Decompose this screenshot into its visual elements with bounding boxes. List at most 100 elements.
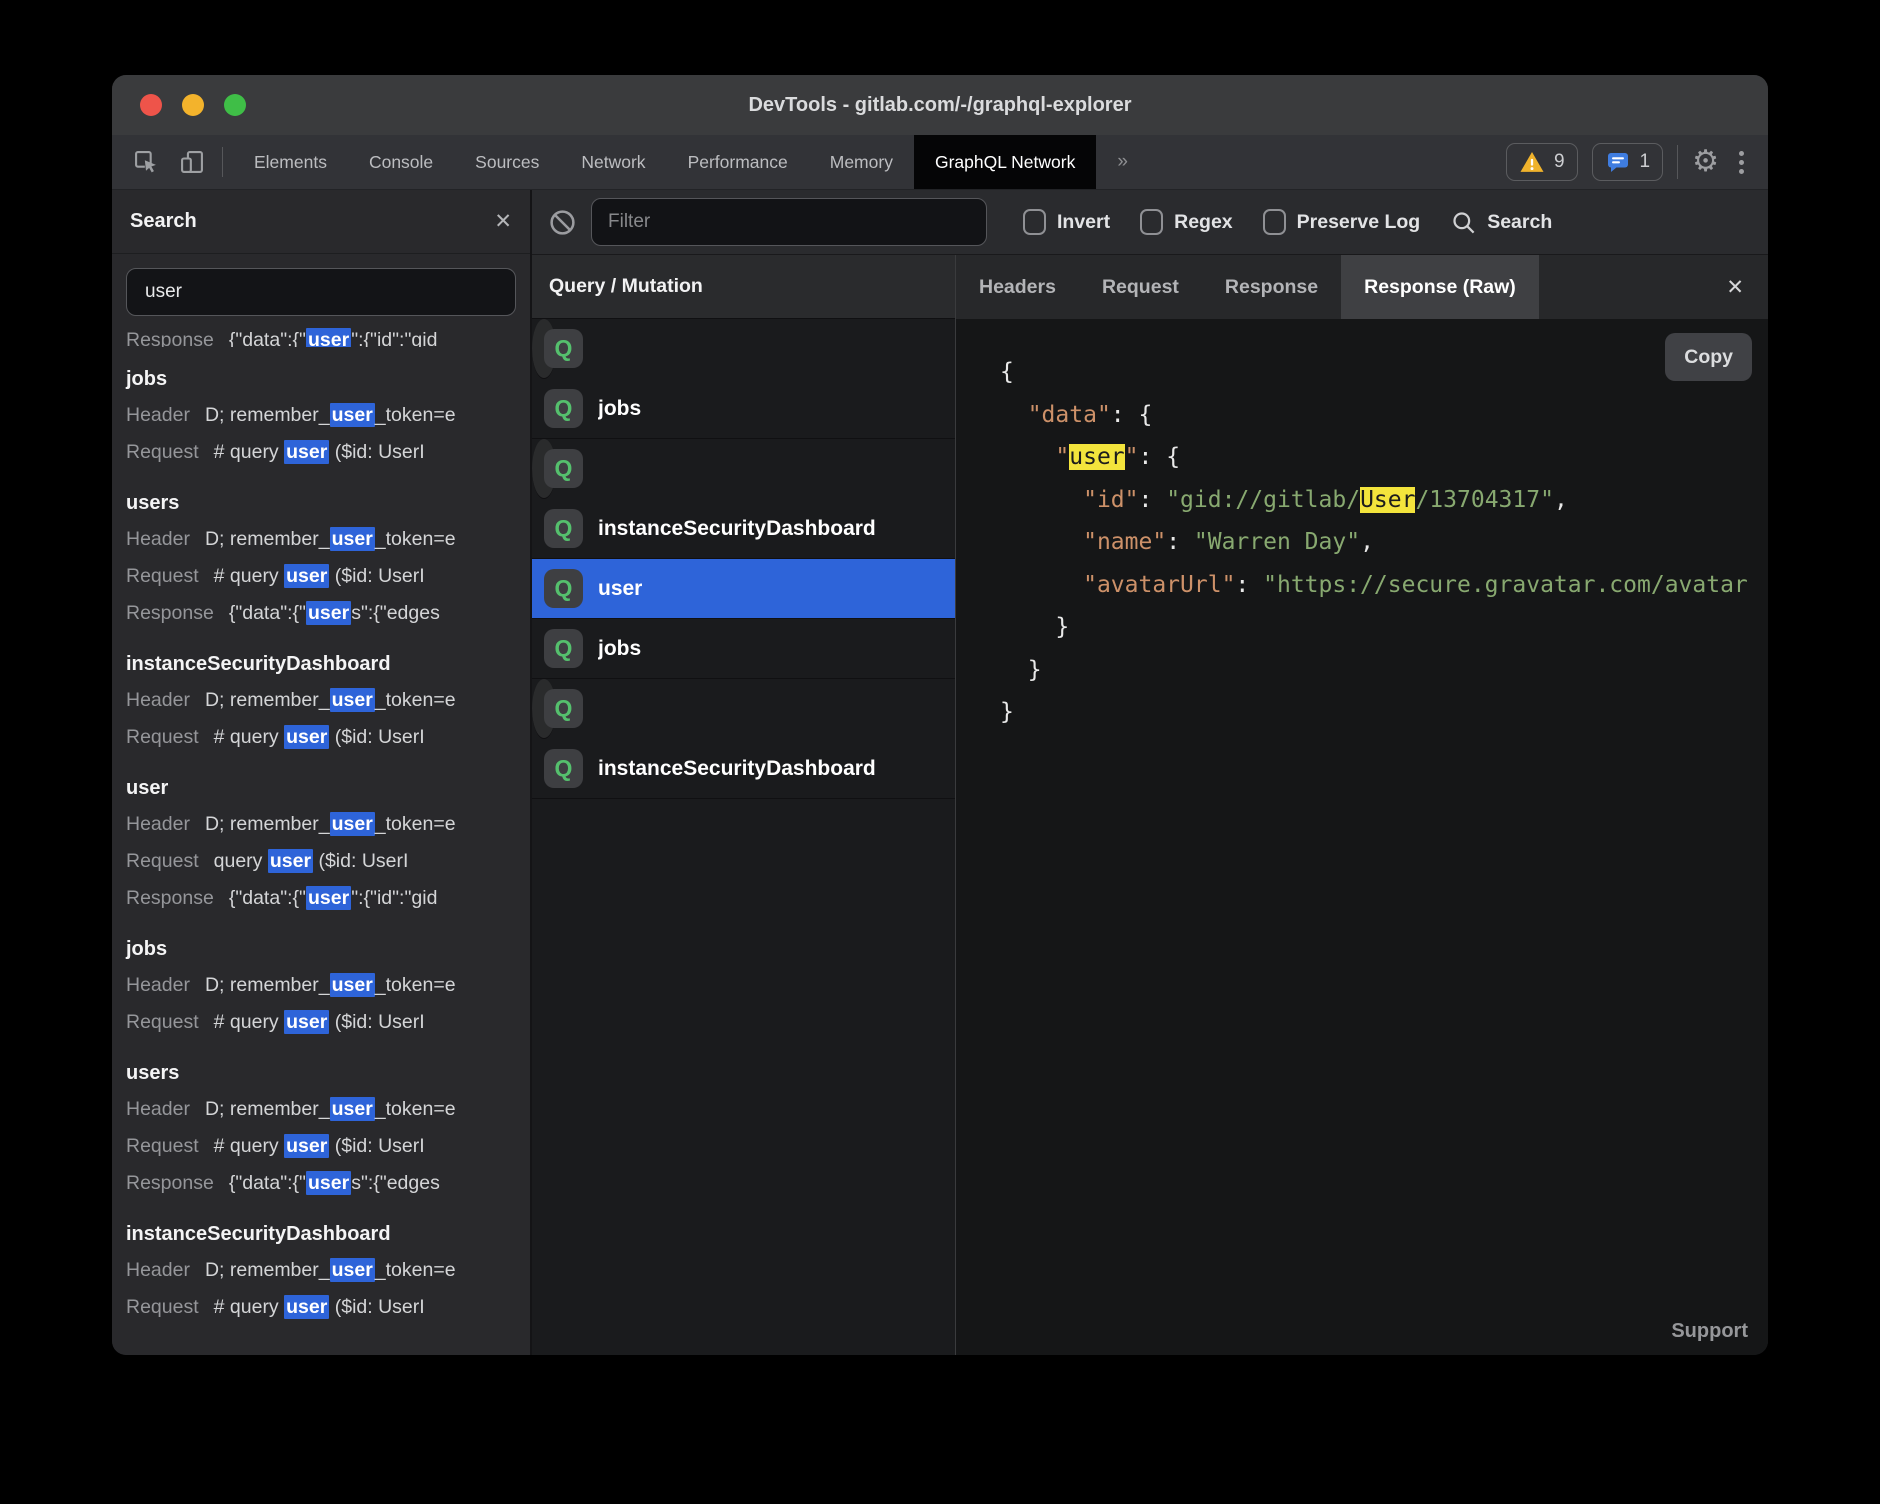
- search-result-entry[interactable]: Requestquery user ($id: UserI: [126, 843, 530, 880]
- json-line: "user": {: [1000, 436, 1768, 479]
- search-result-text: D; remember_user_token=e: [205, 974, 456, 997]
- device-toolbar-icon[interactable]: [172, 142, 212, 182]
- search-match-highlight: user: [306, 886, 351, 910]
- titlebar: DevTools - gitlab.com/-/graphql-explorer: [112, 75, 1768, 135]
- close-window-button[interactable]: [140, 94, 162, 116]
- search-result-text: D; remember_user_token=e: [205, 689, 456, 712]
- search-result-entry[interactable]: HeaderD; remember_user_token=e: [126, 1091, 530, 1128]
- search-result-entry[interactable]: Request# query user ($id: UserI: [126, 434, 530, 471]
- search-result-entry[interactable]: Request# query user ($id: UserI: [126, 1128, 530, 1165]
- search-result-entry[interactable]: Request# query user ($id: UserI: [126, 558, 530, 595]
- search-result-entry[interactable]: HeaderD; remember_user_token=e: [126, 521, 530, 558]
- search-result-entry-clipped[interactable]: Response{"data":{"user":{"id":"gid: [126, 322, 530, 347]
- search-result-entry[interactable]: HeaderD; remember_user_token=e: [126, 682, 530, 719]
- tab-sources[interactable]: Sources: [454, 135, 560, 189]
- toolbar-search-label: Search: [1487, 211, 1552, 234]
- search-result-entry[interactable]: HeaderD; remember_user_token=e: [126, 1252, 530, 1289]
- support-link[interactable]: Support: [1671, 1320, 1748, 1343]
- query-list-item[interactable]: QinstanceSecurityDashboard: [532, 499, 955, 559]
- json-token: "data": [1028, 402, 1111, 428]
- json-token: ": [1055, 444, 1069, 470]
- search-result-entry[interactable]: Request# query user ($id: UserI: [126, 719, 530, 756]
- search-result-fragment: ":{"id":"gid: [351, 329, 437, 347]
- json-token: }: [1000, 614, 1069, 640]
- checkbox-box[interactable]: [1263, 209, 1286, 235]
- filter-input[interactable]: [591, 198, 987, 246]
- search-result-kind: Request: [126, 850, 199, 873]
- inspect-element-icon[interactable]: [126, 142, 166, 182]
- close-detail-icon[interactable]: ✕: [1702, 255, 1768, 319]
- search-match-highlight: user: [268, 849, 313, 873]
- search-match-highlight: user: [330, 973, 375, 997]
- query-list: QuserQjobsQusersQinstanceSecurityDashboa…: [532, 319, 955, 1355]
- tab-memory[interactable]: Memory: [809, 135, 914, 189]
- search-result-text: # query user ($id: UserI: [214, 441, 425, 464]
- toolbar-search[interactable]: Search: [1450, 209, 1552, 236]
- settings-gear-icon[interactable]: ⚙: [1692, 147, 1719, 177]
- json-token: "Warren Day": [1194, 529, 1360, 555]
- json-line: "name": "Warren Day",: [1000, 521, 1768, 564]
- query-list-item[interactable]: Quser: [532, 559, 955, 619]
- query-type-badge: Q: [544, 749, 583, 788]
- search-result-entry[interactable]: Request# query user ($id: UserI: [126, 1289, 530, 1326]
- json-line: }: [1000, 606, 1768, 649]
- query-list-item[interactable]: Qjobs: [532, 619, 955, 679]
- search-result-entry[interactable]: Response{"data":{"users":{"edges: [126, 595, 530, 632]
- query-type-badge: Q: [544, 509, 583, 548]
- search-result-entry[interactable]: Response{"data":{"user":{"id":"gid: [126, 880, 530, 917]
- checkbox-invert[interactable]: Invert: [1023, 209, 1110, 235]
- tab-console[interactable]: Console: [348, 135, 454, 189]
- json-token: [1000, 572, 1083, 598]
- copy-button[interactable]: Copy: [1665, 333, 1752, 381]
- search-result-fragment: _token=e: [375, 1098, 456, 1120]
- checkbox-regex[interactable]: Regex: [1140, 209, 1233, 235]
- query-list-item[interactable]: Quser: [532, 319, 556, 379]
- checkbox-box[interactable]: [1140, 209, 1163, 235]
- zoom-window-button[interactable]: [224, 94, 246, 116]
- response-raw-json: { "data": { "user": { "id": "gid://gitla…: [1000, 351, 1768, 734]
- search-result-entry[interactable]: HeaderD; remember_user_token=e: [126, 806, 530, 843]
- query-type-badge: Q: [544, 449, 583, 488]
- search-result-kind: Request: [126, 1296, 199, 1319]
- checkbox-box[interactable]: [1023, 209, 1046, 235]
- issues-badge[interactable]: 1: [1592, 143, 1664, 181]
- search-result-fragment: D; remember_: [205, 813, 330, 835]
- search-input[interactable]: [126, 268, 516, 316]
- search-result-entry[interactable]: HeaderD; remember_user_token=e: [126, 967, 530, 1004]
- checkbox-preserve-log[interactable]: Preserve Log: [1263, 209, 1421, 235]
- json-token: : {: [1139, 444, 1181, 470]
- query-list-item[interactable]: QinstanceSecurityDashboard: [532, 739, 955, 799]
- request-detail-pane: HeadersRequestResponseResponse (Raw) ✕ Co…: [956, 255, 1768, 1355]
- search-match-highlight: user: [330, 688, 375, 712]
- close-search-icon[interactable]: ✕: [494, 209, 512, 234]
- warnings-badge[interactable]: 9: [1506, 143, 1578, 181]
- search-result-entry[interactable]: Request# query user ($id: UserI: [126, 1004, 530, 1041]
- search-result-entry[interactable]: Response{"data":{"user":{"id":"gid: [126, 322, 530, 347]
- search-result-kind: Header: [126, 404, 190, 427]
- detail-tab-request[interactable]: Request: [1079, 255, 1202, 319]
- query-list-item[interactable]: Qusers: [532, 679, 556, 739]
- search-match-highlight: user: [284, 564, 329, 588]
- kebab-menu-icon[interactable]: [1733, 151, 1750, 174]
- detail-tab-response-raw[interactable]: Response (Raw): [1341, 255, 1539, 319]
- clear-requests-icon[interactable]: [548, 208, 577, 237]
- response-raw-body: Copy { "data": { "user": { "id": "gid://…: [956, 319, 1768, 1355]
- checkbox-label: Invert: [1057, 211, 1110, 234]
- tab-performance[interactable]: Performance: [667, 135, 809, 189]
- detail-tab-headers[interactable]: Headers: [956, 255, 1079, 319]
- more-tabs-chevron-icon[interactable]: »: [1096, 135, 1147, 189]
- search-result-fragment: # query: [214, 1135, 284, 1157]
- query-list-item[interactable]: Qjobs: [532, 379, 955, 439]
- search-result-entry[interactable]: Response{"data":{"users":{"edges: [126, 1165, 530, 1202]
- query-type-badge: Q: [544, 689, 583, 728]
- minimize-window-button[interactable]: [182, 94, 204, 116]
- search-result-group-title: jobs: [126, 361, 530, 397]
- search-result-entry[interactable]: HeaderD; remember_user_token=e: [126, 397, 530, 434]
- search-result-kind: Request: [126, 1011, 199, 1034]
- tab-graphql-network[interactable]: GraphQL Network: [914, 135, 1096, 189]
- query-list-item[interactable]: Qusers: [532, 439, 556, 499]
- detail-tab-response[interactable]: Response: [1202, 255, 1341, 319]
- tab-elements[interactable]: Elements: [233, 135, 348, 189]
- query-name: jobs: [598, 397, 641, 421]
- tab-network[interactable]: Network: [560, 135, 666, 189]
